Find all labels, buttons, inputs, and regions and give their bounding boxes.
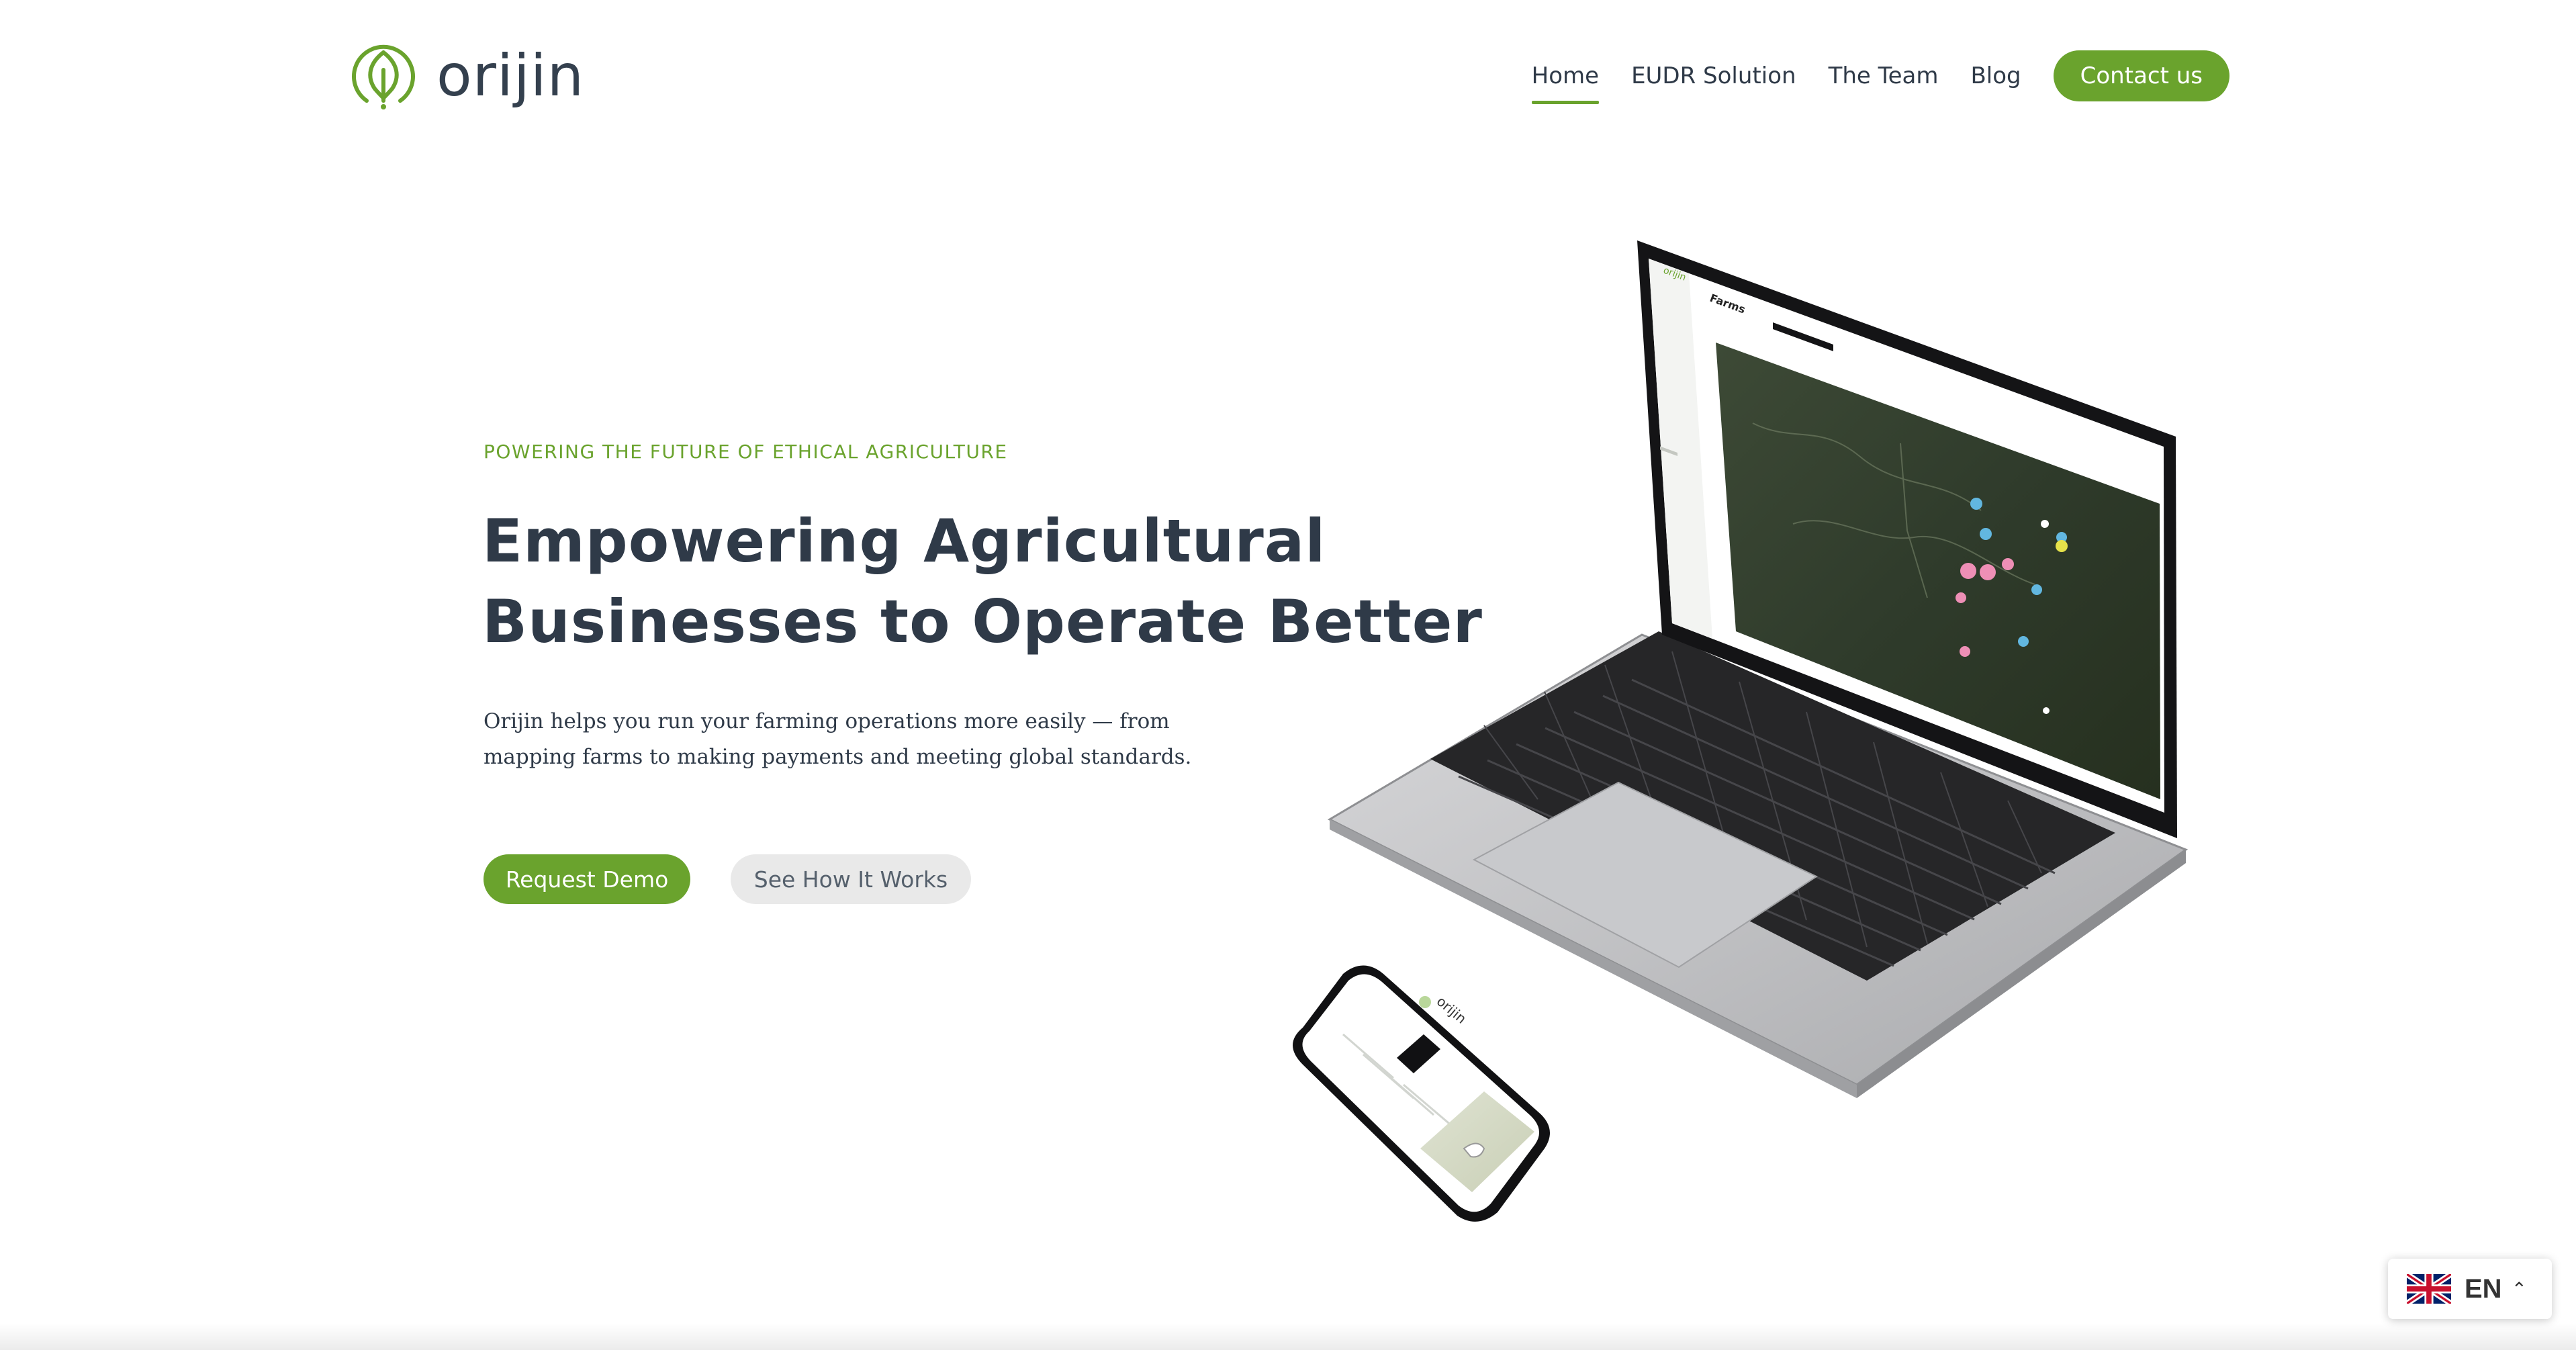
see-how-it-works-button[interactable]: See How It Works bbox=[731, 854, 971, 904]
brand-name: orijin bbox=[436, 42, 585, 109]
phone-illustration: orijin bbox=[1293, 965, 1550, 1222]
nav-home[interactable]: Home bbox=[1531, 62, 1600, 104]
chevron-up-icon: ⌃ bbox=[2511, 1277, 2528, 1300]
hero-devices-illustration: orijin Farms orijin bbox=[1283, 222, 2196, 1243]
phone-app-name: orijin bbox=[1434, 993, 1470, 1026]
nav-blog[interactable]: Blog bbox=[1970, 62, 2021, 89]
hero-description-line-2: mapping farms to making payments and mee… bbox=[484, 745, 1192, 769]
hero-headline: Empowering Agricultural Businesses to Op… bbox=[482, 501, 1483, 662]
contact-us-button[interactable]: Contact us bbox=[2053, 50, 2229, 101]
hero-headline-line-2: Businesses to Operate Better bbox=[482, 587, 1483, 656]
hero-description: Orijin helps you run your farming operat… bbox=[484, 704, 1236, 775]
hero-headline-line-1: Empowering Agricultural bbox=[482, 506, 1326, 576]
language-code: EN bbox=[2465, 1273, 2502, 1304]
bottom-shadow bbox=[0, 1323, 2576, 1350]
leaf-in-circle-icon bbox=[352, 44, 415, 109]
logo[interactable]: orijin bbox=[347, 39, 584, 113]
main-nav: Home EUDR Solution The Team Blog Contact… bbox=[1531, 47, 2229, 105]
hero-description-line-1: Orijin helps you run your farming operat… bbox=[484, 709, 1170, 733]
devices-illustration-svg: orijin Farms orijin bbox=[1293, 240, 2189, 1222]
request-demo-button[interactable]: Request Demo bbox=[484, 854, 690, 904]
nav-eudr-solution[interactable]: EUDR Solution bbox=[1631, 62, 1796, 89]
hero-eyebrow: POWERING THE FUTURE OF ETHICAL AGRICULTU… bbox=[484, 441, 1008, 463]
language-switcher[interactable]: EN ⌃ bbox=[2388, 1259, 2552, 1319]
nav-the-team[interactable]: The Team bbox=[1829, 62, 1939, 89]
uk-flag-icon bbox=[2407, 1274, 2451, 1304]
